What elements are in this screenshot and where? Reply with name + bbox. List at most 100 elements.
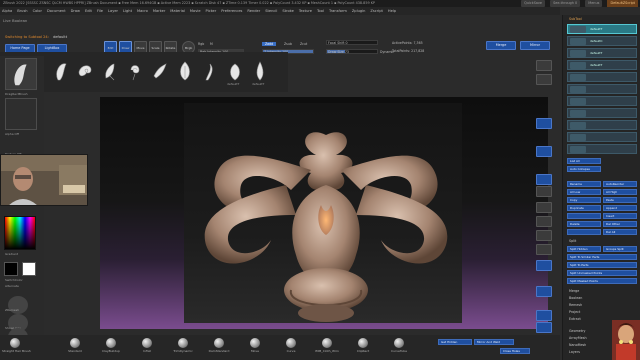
current-brush-thumb[interactable] <box>5 58 37 90</box>
subtool-action-button[interactable]: Del All <box>603 229 637 235</box>
split-header[interactable]: Split <box>569 239 576 243</box>
frame-icon[interactable] <box>536 202 552 213</box>
subtool-action-button[interactable]: AutoReorder <box>603 181 637 187</box>
subtool-action-button[interactable]: Rename <box>567 181 601 187</box>
viewport-canvas[interactable] <box>100 97 548 329</box>
main-color-swatch[interactable] <box>4 262 18 276</box>
default-zscript-button[interactable]: DefaultZScript <box>607 0 638 7</box>
line-fill-button[interactable] <box>536 260 552 271</box>
switch-color-label[interactable]: SwitchColor <box>5 278 23 282</box>
auto-collapse-button[interactable]: Auto Collapse <box>567 166 601 172</box>
menus-toggle[interactable]: Menus <box>585 0 603 7</box>
menu-stroke[interactable]: Stroke <box>282 7 293 15</box>
swirl-brush-icon[interactable] <box>125 60 145 82</box>
secondary-color-swatch[interactable] <box>22 262 36 276</box>
menu-texture[interactable]: Texture <box>299 7 312 15</box>
feather-brush-icon[interactable] <box>50 60 70 82</box>
move-view-icon[interactable] <box>536 216 552 227</box>
rotate-view-icon[interactable] <box>536 244 552 255</box>
spix-icon[interactable] <box>536 74 552 85</box>
bottom-brush-item[interactable]: TrimDynamic <box>170 338 196 353</box>
menu-render[interactable]: Render <box>247 7 260 15</box>
zcut-toggle[interactable]: Zcut <box>300 42 307 46</box>
menu-transform[interactable]: Transform <box>329 7 347 15</box>
menu-stencil[interactable]: Stencil <box>265 7 277 15</box>
color-picker[interactable] <box>4 216 36 250</box>
transp-button[interactable] <box>536 286 552 297</box>
subtool-item-4[interactable] <box>567 72 637 82</box>
xyz-button[interactable] <box>536 186 552 197</box>
see-through-slider[interactable]: See-through 0 <box>550 0 581 7</box>
mirror-and-weld-button[interactable]: Mirror And Weld <box>474 339 514 345</box>
lower-menu-item[interactable]: ArrayMesh <box>569 336 587 340</box>
focal-shift-slider[interactable]: Focal Shift 0 <box>326 40 378 45</box>
floor-button[interactable] <box>536 146 552 157</box>
subtool-action-button[interactable]: Delete <box>567 221 601 227</box>
subtool-action-button[interactable]: Append <box>603 205 637 211</box>
menu-material[interactable]: Material <box>170 7 185 15</box>
split-button[interactable]: Groups Split <box>603 246 637 252</box>
alpha-tile[interactable] <box>5 98 37 130</box>
subtool-item-1[interactable]: defaultC <box>567 36 637 46</box>
subtool-item-10[interactable] <box>567 144 637 154</box>
menu-marker[interactable]: Marker <box>153 7 165 15</box>
live-boolean-label[interactable]: Live Boolean <box>3 18 27 23</box>
menu-color[interactable]: Color <box>33 7 42 15</box>
menu-zscript[interactable]: Zscript <box>370 7 382 15</box>
bottom-brush-item[interactable]: Inflat <box>134 338 160 353</box>
subtool-item-8[interactable] <box>567 120 637 130</box>
zoom-view-icon[interactable] <box>536 230 552 241</box>
ornament-sculpt-model[interactable] <box>176 115 476 325</box>
shell-brush-icon[interactable] <box>225 60 245 82</box>
m-toggle[interactable]: M <box>210 42 213 46</box>
subtool-action-button[interactable]: Copy <box>567 197 601 203</box>
split-button[interactable]: Split To Parts <box>567 262 637 268</box>
menu-layer[interactable]: Layer <box>108 7 118 15</box>
subtool-action-button[interactable]: Paste <box>603 197 637 203</box>
subtool-item-3[interactable]: defaultT <box>567 60 637 70</box>
zsub-toggle[interactable]: Zsub <box>284 42 292 46</box>
split-button[interactable]: Split Hidden <box>567 246 601 252</box>
bottom-brush-item[interactable]: ClayBuildup <box>98 338 124 353</box>
zadd-toggle[interactable]: Zadd <box>262 42 277 46</box>
acanthus-brush-icon[interactable] <box>175 60 195 82</box>
bottom-brush-item[interactable]: CurveTube <box>386 338 412 353</box>
alternate-label[interactable]: Alternate <box>5 284 19 288</box>
bottom-brush-item[interactable]: IMM_Cloth_Wrin <box>314 338 340 353</box>
subtool-item-9[interactable] <box>567 132 637 142</box>
bpr-render-icon[interactable] <box>536 60 552 71</box>
subtool-item-7[interactable] <box>567 108 637 118</box>
menu-preferences[interactable]: Preferences <box>221 7 242 15</box>
menu-file[interactable]: File <box>97 7 103 15</box>
subtool-action-button[interactable]: Duplicate <box>567 205 601 211</box>
menu-zplugin[interactable]: Zplugin <box>352 7 366 15</box>
menu-movie[interactable]: Movie <box>190 7 201 15</box>
lower-menu-item[interactable]: Geometry <box>569 329 585 333</box>
subtool-action-button[interactable] <box>567 213 601 219</box>
close-holes-button[interactable]: Close Holes <box>500 348 530 354</box>
bottom-brush-item[interactable]: Standard <box>62 338 88 353</box>
menu-edit[interactable]: Edit <box>85 7 92 15</box>
menu-picker[interactable]: Picker <box>206 7 217 15</box>
menu-help[interactable]: Help <box>388 7 396 15</box>
draw-size-slider[interactable]: Draw Size 73 <box>326 49 378 54</box>
scroll-brush-icon[interactable] <box>150 60 170 82</box>
mirror-button[interactable]: Mirror <box>520 41 550 50</box>
menu-macro[interactable]: Macro <box>137 7 148 15</box>
subtool-action-button[interactable]: Insert <box>603 213 637 219</box>
bottom-brush-item[interactable]: Curve <box>278 338 304 353</box>
subtool-header[interactable]: SubTool <box>569 17 582 21</box>
subtool-action-button[interactable]: Del Other <box>603 221 637 227</box>
leaf-brush-icon[interactable] <box>100 60 120 82</box>
subtool-item-6[interactable] <box>567 96 637 106</box>
subtool-action-button[interactable]: All Low <box>567 189 601 195</box>
lower-menu-item[interactable]: NanoMesh <box>569 343 586 347</box>
merge-menu-item[interactable]: Remesh <box>569 303 582 307</box>
get-hidden-button[interactable]: Get Hidden <box>438 339 472 345</box>
bottom-brush-item[interactable]: Straight Hair Brush <box>2 338 31 353</box>
bottom-brush-item[interactable]: DamStandard <box>206 338 232 353</box>
bottom-brush-item[interactable]: ClipRect <box>350 338 376 353</box>
merge-menu-item[interactable]: Project <box>569 310 580 314</box>
subtool-item-0[interactable]: defaultT <box>567 24 637 34</box>
lower-menu-item[interactable]: Layers <box>569 350 580 354</box>
